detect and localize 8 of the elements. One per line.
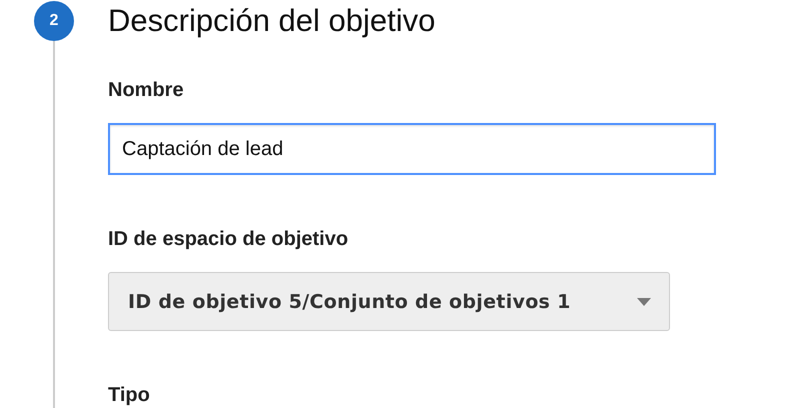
step-title: Descripción del objetivo bbox=[108, 2, 436, 40]
caret-icon bbox=[637, 298, 651, 306]
field-label: Tipo bbox=[108, 383, 150, 407]
step-number: 2 bbox=[34, 1, 74, 41]
name-field[interactable]: Captación de lead bbox=[108, 123, 716, 175]
goal-slot-dropdown[interactable]: ID de objetivo 5/Conjunto de objetivos 1 bbox=[108, 272, 670, 331]
field-label: ID de espacio de objetivo bbox=[108, 227, 348, 251]
field-label: Nombre bbox=[108, 78, 184, 102]
